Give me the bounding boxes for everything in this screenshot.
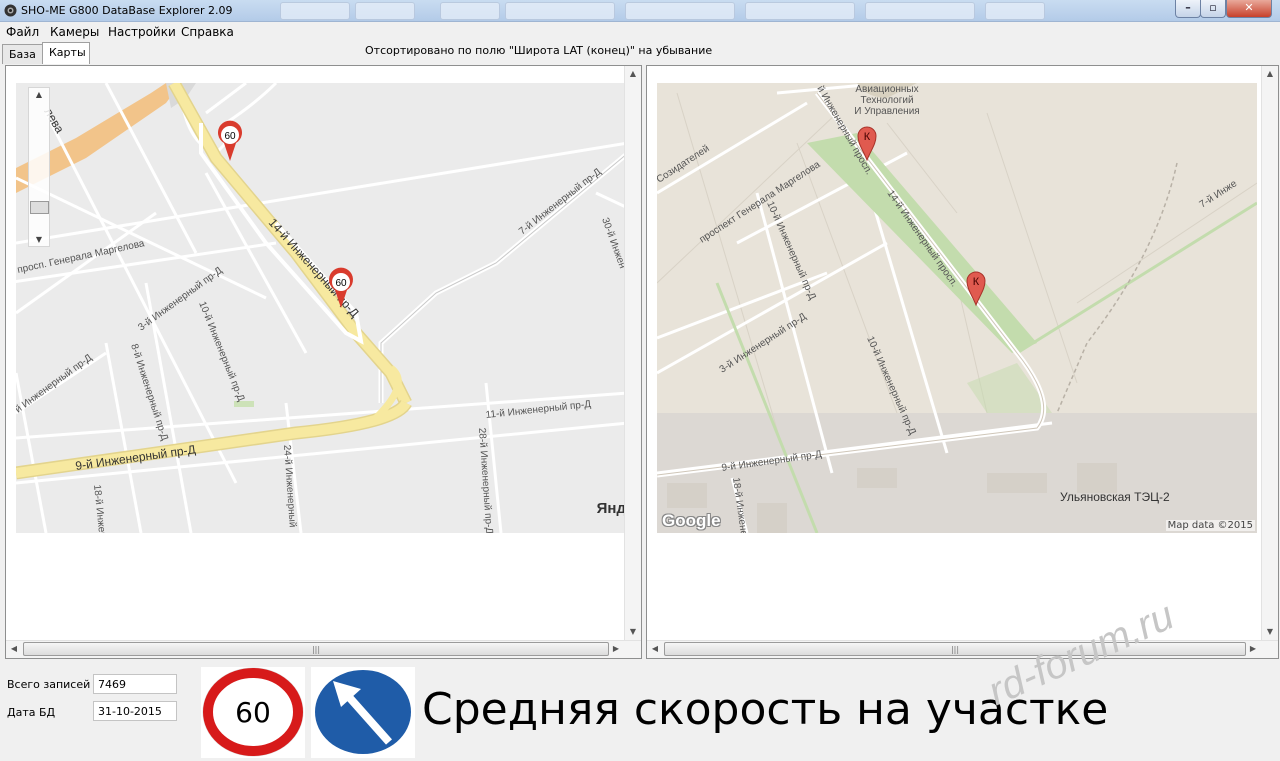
scroll-down-icon[interactable]: ▼: [625, 624, 641, 640]
tab-base[interactable]: База: [2, 44, 43, 64]
yandex-map-canvas: 14-й Инженерный пр-Д 7-й Инженерный пр-Д…: [16, 83, 628, 533]
taskbar-preview: [280, 2, 350, 20]
taskbar-preview: [505, 2, 615, 20]
title-bar: SHO-ME G800 DataBase Explorer 2.09 – ▫ ✕: [0, 0, 1280, 22]
marker-label: К: [864, 131, 871, 143]
menu-help[interactable]: Справка: [181, 25, 234, 39]
keep-left-sign-icon: [312, 667, 414, 757]
poi-line: Технологий: [860, 95, 913, 106]
marker-label: К: [973, 276, 980, 288]
menu-bar: Файл Камеры Настройки Справка: [0, 22, 1280, 41]
google-map-canvas: Авиационных Технологий И Управления й Ин…: [657, 83, 1257, 533]
close-icon: ✕: [1244, 1, 1254, 14]
right-horizontal-scrollbar[interactable]: ◀ ||| ▶: [647, 640, 1278, 658]
scroll-right-icon[interactable]: ▶: [1245, 641, 1261, 657]
google-map[interactable]: Авиационных Технологий И Управления й Ин…: [657, 83, 1257, 533]
taskbar-preview: [985, 2, 1045, 20]
db-date-label: Дата БД: [7, 706, 56, 719]
app-icon: [4, 4, 17, 17]
marker-label: 60: [224, 131, 236, 142]
zoom-slider[interactable]: ▲ ▼: [28, 87, 50, 247]
direction-sign: [311, 667, 415, 758]
marker-label: 60: [335, 278, 347, 289]
close-button[interactable]: ✕: [1226, 0, 1272, 18]
left-horizontal-scrollbar[interactable]: ◀ ||| ▶: [6, 640, 641, 658]
speed-limit-value: 60: [235, 696, 271, 729]
menu-settings[interactable]: Настройки: [108, 25, 176, 39]
right-vertical-scrollbar[interactable]: ▲ ▼: [1261, 66, 1278, 640]
left-map-panel: 14-й Инженерный пр-Д 7-й Инженерный пр-Д…: [5, 65, 642, 659]
zoom-in-icon[interactable]: ▲: [29, 90, 49, 99]
minimize-button[interactable]: –: [1175, 0, 1201, 18]
menu-file[interactable]: Файл: [6, 25, 39, 39]
minimize-icon: –: [1185, 1, 1191, 14]
scroll-up-icon[interactable]: ▲: [625, 66, 641, 82]
poi-line: И Управления: [854, 106, 919, 117]
sort-status: Отсортировано по полю "Широта LAT (конец…: [365, 44, 713, 57]
tab-maps[interactable]: Карты: [42, 42, 90, 64]
google-logo: Google: [662, 511, 721, 530]
menu-cameras[interactable]: Камеры: [50, 25, 99, 39]
scroll-thumb[interactable]: |||: [23, 642, 609, 656]
scroll-up-icon[interactable]: ▲: [1262, 66, 1278, 82]
yandex-map[interactable]: 14-й Инженерный пр-Д 7-й Инженерный пр-Д…: [16, 83, 628, 533]
zoom-out-icon[interactable]: ▼: [29, 235, 49, 244]
total-records-label: Всего записей: [7, 678, 91, 691]
taskbar-preview: [625, 2, 735, 20]
map-attribution[interactable]: Map data ©2015: [1165, 520, 1255, 531]
maximize-button[interactable]: ▫: [1200, 0, 1226, 18]
window-title: SHO-ME G800 DataBase Explorer 2.09: [21, 4, 233, 17]
taskbar-preview: [745, 2, 855, 20]
speed-limit-sign: 60: [201, 667, 305, 758]
total-records-field[interactable]: 7469: [93, 674, 177, 694]
left-vertical-scrollbar[interactable]: ▲ ▼: [624, 66, 641, 640]
yandex-logo: Янд: [596, 500, 626, 517]
zoom-slider-thumb[interactable]: [30, 201, 49, 214]
taskbar-preview: [355, 2, 415, 20]
right-map-panel: Авиационных Технологий И Управления й Ин…: [646, 65, 1279, 659]
scroll-right-icon[interactable]: ▶: [608, 641, 624, 657]
taskbar-preview: [865, 2, 975, 20]
speed-limit-sign-icon: 60: [202, 667, 304, 757]
taskbar-preview: [440, 2, 500, 20]
scroll-down-icon[interactable]: ▼: [1262, 624, 1278, 640]
scroll-left-icon[interactable]: ◀: [6, 641, 22, 657]
maximize-icon: ▫: [1209, 1, 1217, 14]
tec-label: Ульяновская ТЭЦ-2: [1060, 490, 1170, 504]
db-date-field[interactable]: 31-10-2015: [93, 701, 177, 721]
scroll-left-icon[interactable]: ◀: [647, 641, 663, 657]
poi-line: Авиационных: [855, 84, 918, 95]
